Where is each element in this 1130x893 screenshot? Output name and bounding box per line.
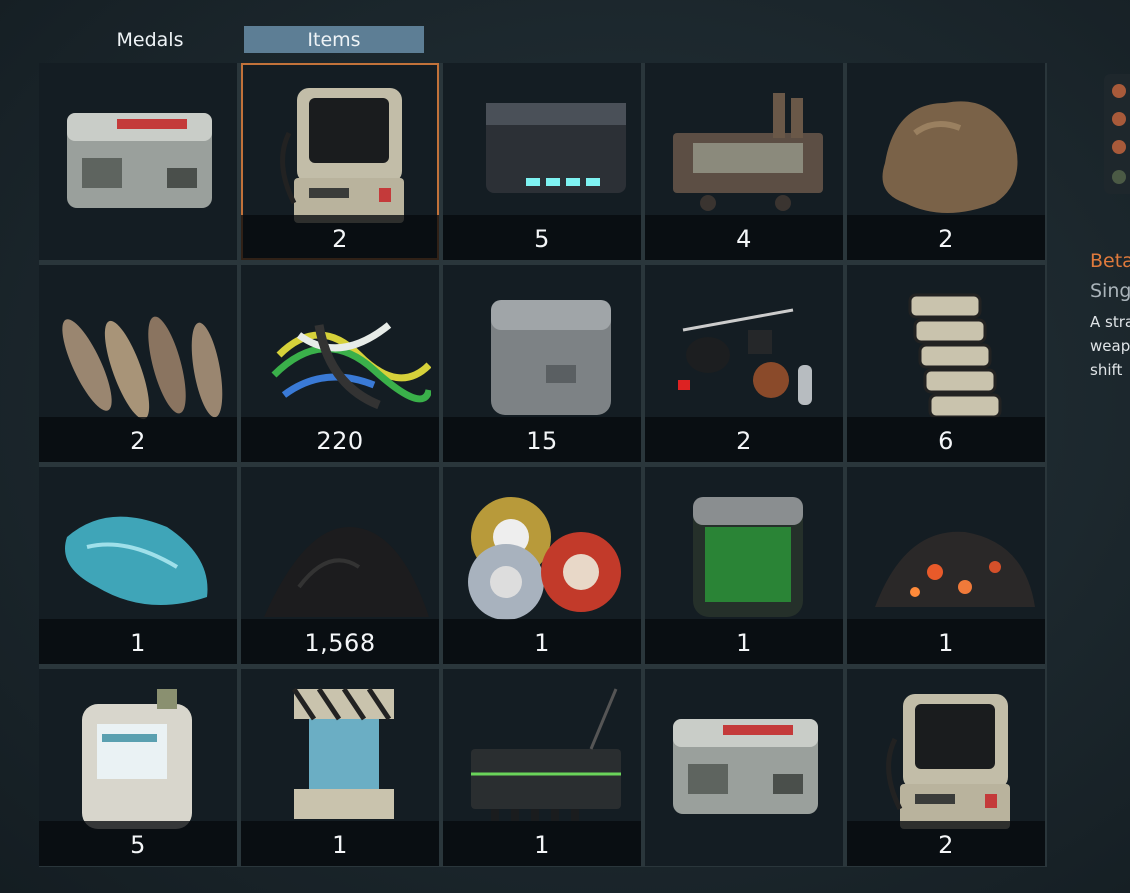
wire-bundle-icon <box>249 275 433 425</box>
inventory-slot[interactable]: 15 <box>443 265 641 462</box>
item-quantity: 1 <box>645 619 843 664</box>
inventory-slot[interactable]: 1 <box>443 669 641 866</box>
item-quantity: 4 <box>645 215 843 260</box>
supply-crate-icon <box>47 73 229 223</box>
metal-cube-icon <box>451 275 633 425</box>
energy-cell-icon <box>249 679 431 829</box>
description-line: A stra <box>1090 313 1130 331</box>
inventory-slot[interactable]: 1 <box>241 669 439 866</box>
green-canister-icon <box>653 477 835 627</box>
inventory-slot[interactable]: 2 <box>847 669 1045 866</box>
item-quantity: 1 <box>241 821 439 866</box>
inventory-slot[interactable] <box>645 669 843 866</box>
description-line: shift <box>1090 361 1123 379</box>
item-quantity: 1 <box>443 821 641 866</box>
inventory-grid: 2 5 4 2 2 220 15 2 6 1 1,568 1 1 1 5 1 1 2 <box>39 63 1047 867</box>
item-quantity: 220 <box>241 417 439 462</box>
inventory-slot[interactable] <box>39 63 237 260</box>
inventory-slot[interactable]: 4 <box>645 63 843 260</box>
inventory-slot[interactable]: 6 <box>847 265 1045 462</box>
item-quantity: 5 <box>39 821 237 866</box>
portable-terminal-icon <box>249 73 431 223</box>
inventory-slot[interactable]: 5 <box>39 669 237 866</box>
inventory-slot[interactable]: 2 <box>39 265 237 462</box>
coolant-jug-icon <box>47 679 229 829</box>
inventory-slot[interactable]: 1 <box>847 467 1045 664</box>
inventory-slot[interactable]: 1 <box>645 467 843 664</box>
indicator-lights <box>1104 74 1130 194</box>
item-description: A stra weap shift <box>1090 310 1130 382</box>
tape-rolls-icon <box>451 477 633 627</box>
item-title: Beta <box>1090 250 1130 272</box>
tab-medals[interactable]: Medals <box>60 26 240 53</box>
item-quantity: 2 <box>241 215 439 260</box>
indicator-light <box>1112 84 1126 98</box>
item-subtitle: Sing <box>1090 280 1130 302</box>
item-quantity: 1,568 <box>241 619 439 664</box>
supply-crate-icon <box>653 679 835 829</box>
inventory-slot[interactable]: 1 <box>443 467 641 664</box>
tab-items[interactable]: Items <box>244 26 424 53</box>
indicator-light <box>1112 112 1126 126</box>
inventory-slot[interactable]: 1,568 <box>241 467 439 664</box>
bone-shards-icon <box>47 275 229 425</box>
item-quantity: 5 <box>443 215 641 260</box>
description-line: weap <box>1090 337 1130 355</box>
item-quantity: 1 <box>847 619 1045 664</box>
item-quantity: 1 <box>443 619 641 664</box>
electronic-components-icon <box>653 275 835 425</box>
inventory-slot[interactable]: 1 <box>39 467 237 664</box>
blue-crystal-icon <box>47 477 229 627</box>
black-powder-icon <box>249 477 431 627</box>
inventory-slot[interactable]: 5 <box>443 63 641 260</box>
item-quantity: 1 <box>39 619 237 664</box>
indicator-light <box>1112 140 1126 154</box>
burning-coal-icon <box>855 477 1037 627</box>
indicator-light <box>1112 170 1126 184</box>
item-quantity: 2 <box>39 417 237 462</box>
item-quantity: 2 <box>847 215 1045 260</box>
item-quantity: 6 <box>847 417 1045 462</box>
inventory-slot[interactable]: 220 <box>241 265 439 462</box>
circuit-board-icon <box>451 679 633 829</box>
inventory-slot[interactable]: 2 <box>847 63 1045 260</box>
inventory-slot[interactable]: 2 <box>645 265 843 462</box>
portable-terminal-icon <box>855 679 1037 829</box>
item-detail-panel: Beta Sing A stra weap shift <box>1090 250 1130 382</box>
item-quantity: 15 <box>443 417 641 462</box>
rock-ore-icon <box>855 73 1037 223</box>
scrap-machinery-icon <box>653 73 835 223</box>
battery-pack-icon <box>451 73 633 223</box>
ceramic-plates-icon <box>855 275 1037 425</box>
inventory-slot[interactable]: 2 <box>241 63 439 260</box>
item-quantity: 2 <box>645 417 843 462</box>
item-quantity: 2 <box>847 821 1045 866</box>
